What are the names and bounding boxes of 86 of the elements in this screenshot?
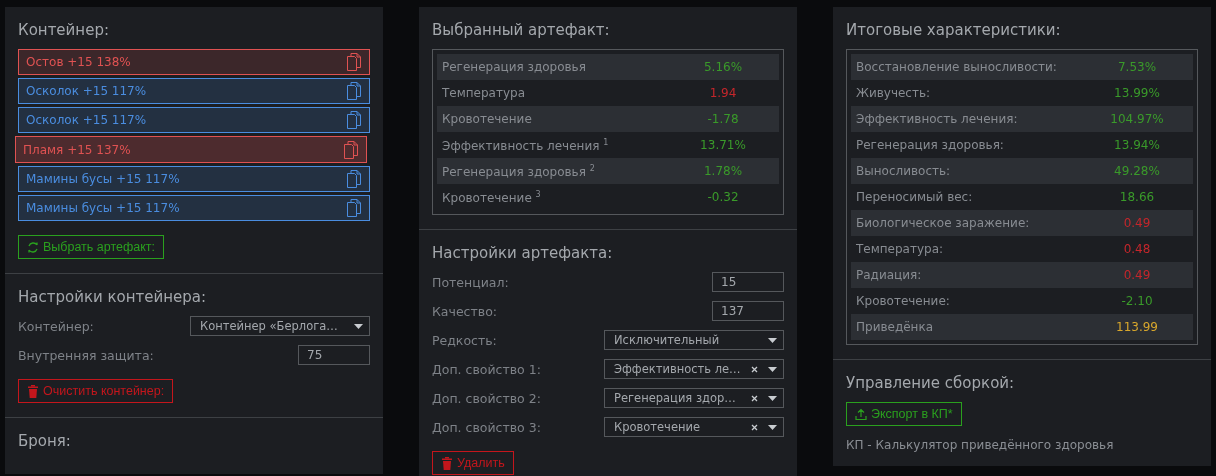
field-label: Доп. свойство 3:: [432, 419, 541, 435]
section-title: Итоговые характеристики:: [846, 21, 1061, 39]
stat-label: Биологическое заражение:: [855, 216, 1031, 230]
stat-value: 5.16%: [702, 60, 744, 74]
export-button[interactable]: Экспорт в КП*: [846, 402, 962, 426]
artifact-item[interactable]: Мамины бусы +15 117%: [18, 195, 370, 221]
clear-icon[interactable]: [751, 365, 758, 373]
delete-button[interactable]: Очистить контейнер:: [18, 379, 174, 403]
caret-icon: [354, 323, 363, 329]
field-label: Доп. свойство 2:: [432, 390, 541, 406]
section-title: Броня:: [18, 432, 71, 450]
copy-icon[interactable]: [347, 53, 361, 71]
stat-label: Температура:: [855, 242, 945, 256]
upload-icon: [855, 407, 867, 421]
stat-label: Температура: [441, 86, 527, 100]
stat-value: 104.97%: [1109, 112, 1165, 126]
caret-icon: [768, 395, 777, 401]
stat-value: -0.32: [706, 190, 740, 204]
stat-label: Регенерация здоровья $^{2}$: [441, 163, 596, 179]
stat-value: 0.49: [1122, 216, 1152, 230]
stat-value: 49.28%: [1113, 164, 1161, 178]
copy-icon[interactable]: [344, 140, 358, 159]
caret-icon: [768, 366, 777, 372]
stat-value: 13.99%: [1113, 86, 1161, 100]
footnote: КП - Калькулятор приведённого здоровья: [846, 438, 1115, 452]
stat-label: Выносливость:: [855, 164, 952, 178]
number-field[interactable]: 137: [712, 301, 784, 321]
delete-button[interactable]: Удалить: [432, 451, 514, 475]
number-field[interactable]: 75: [298, 345, 370, 365]
artifact-item[interactable]: Мамины бусы +15 117%: [18, 166, 370, 192]
number-field[interactable]: 15: [712, 272, 784, 292]
section-title: Настройки контейнера:: [18, 288, 207, 306]
stat-label: Кровотечение: [441, 112, 533, 126]
stat-label: Регенерация здоровья: [441, 60, 587, 74]
stat-label: Кровотечение:: [855, 294, 951, 308]
stat-label: Эффективность лечения:: [855, 112, 1019, 126]
stat-label: Приведёнка: [855, 320, 935, 334]
stat-value: 0.49: [1122, 268, 1152, 282]
stat-value: 0.48: [1122, 242, 1152, 256]
stat-value: 1.94: [708, 86, 738, 100]
field-label: Внутренняя защита:: [18, 347, 154, 363]
dropdown[interactable]: Эффективность ле…: [604, 359, 784, 379]
field-label: Качество:: [432, 303, 497, 319]
caret-icon: [768, 424, 777, 430]
stat-label: Переносимый вес:: [855, 190, 974, 204]
stat-value: 113.99: [1115, 320, 1159, 334]
trash-icon: [27, 384, 39, 398]
field-label: Доп. свойство 1:: [432, 361, 541, 377]
section-title: Настройки артефакта:: [432, 244, 613, 262]
artifact-item[interactable]: Пламя +15 137%: [15, 136, 367, 163]
stat-value: 18.66: [1118, 190, 1156, 204]
field-label: Контейнер:: [18, 318, 94, 334]
field-label: Потенциал:: [432, 274, 509, 290]
dropdown[interactable]: Кровотечение: [604, 417, 784, 437]
stat-value: 1.78%: [702, 164, 744, 178]
artifact-item[interactable]: Осколок +15 117%: [18, 107, 370, 133]
select-artifact-button[interactable]: Выбрать артефакт:: [18, 235, 165, 259]
stat-value: -2.10: [1120, 294, 1154, 308]
stat-value: -1.78: [706, 112, 740, 126]
field-label: Редкость:: [432, 332, 497, 348]
artifact-item[interactable]: Остов +15 138%: [18, 49, 370, 75]
copy-icon[interactable]: [347, 170, 361, 188]
section-title: Выбранный артефакт:: [432, 21, 610, 39]
stat-label: Эффективность лечения $^{1}$: [441, 137, 610, 153]
stat-label: Регенерация здоровья:: [855, 138, 1005, 152]
stat-label: Живучесть:: [855, 86, 932, 100]
stat-value: 7.53%: [1116, 60, 1158, 74]
section-title: Контейнер:: [18, 21, 109, 39]
caret-icon: [768, 337, 777, 343]
stat-label: Радиация:: [855, 268, 923, 282]
section-title: Управление сборкой:: [846, 374, 1015, 392]
stat-label: Кровотечение $^{3}$: [441, 189, 542, 205]
dropdown[interactable]: Исключительный: [604, 330, 784, 350]
clear-icon[interactable]: [751, 423, 758, 431]
copy-icon[interactable]: [347, 111, 361, 129]
copy-icon[interactable]: [347, 199, 361, 217]
trash-icon: [441, 456, 453, 470]
stat-label: Восстановление выносливости:: [855, 60, 1058, 74]
clear-icon[interactable]: [751, 394, 758, 402]
copy-icon[interactable]: [347, 82, 361, 100]
dropdown[interactable]: Регенерация здор…: [604, 388, 784, 408]
stat-value: 13.71%: [699, 138, 747, 152]
refresh-icon: [27, 240, 39, 254]
stat-value: 13.94%: [1113, 138, 1161, 152]
artifact-item[interactable]: Осколок +15 117%: [18, 78, 370, 104]
dropdown[interactable]: Контейнер «Берлога…: [190, 316, 370, 336]
